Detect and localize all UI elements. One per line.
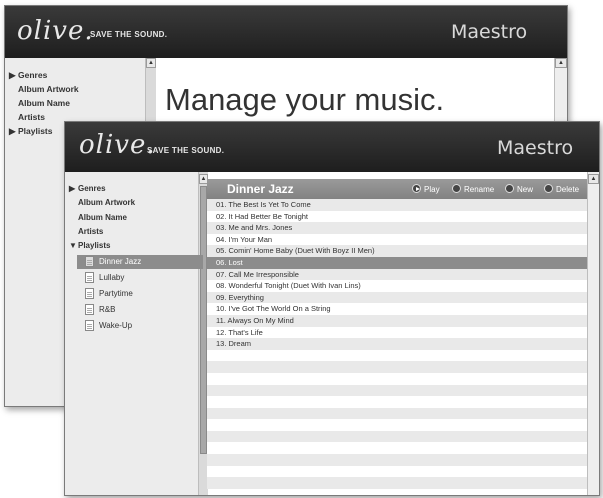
- play-icon: [412, 184, 421, 193]
- back-nav-album-artwork[interactable]: Album Artwork: [9, 84, 79, 94]
- playlist-icon: [85, 256, 94, 267]
- playlist-icon: [85, 320, 94, 331]
- track-row[interactable]: 05. Comin' Home Baby (Duet With Boyz II …: [207, 245, 587, 257]
- empty-row: [207, 407, 587, 420]
- empty-row: [207, 454, 587, 466]
- empty-row: [207, 384, 587, 397]
- track-row[interactable]: 07. Call Me Irresponsible: [207, 268, 587, 281]
- playlist-icon: [85, 304, 94, 315]
- scroll-up-button[interactable]: ▲: [588, 174, 599, 184]
- expand-arrow-icon: ▶: [9, 126, 16, 136]
- empty-row: [207, 442, 587, 455]
- collapse-arrow-icon: ▼: [69, 241, 77, 250]
- expand-arrow-icon: ▶: [69, 184, 76, 193]
- empty-row: [207, 465, 587, 478]
- track-row[interactable]: 04. I'm Your Man: [207, 233, 587, 246]
- track-row[interactable]: 13. Dream: [207, 338, 587, 350]
- delete-button[interactable]: Delete: [544, 184, 579, 196]
- playlist-item-lullaby[interactable]: Lullaby: [77, 271, 203, 285]
- back-nav-artists[interactable]: Artists: [9, 112, 45, 122]
- front-app-title: Maestro: [497, 137, 574, 159]
- track-row[interactable]: 10. I've Got The World On a String: [207, 303, 587, 315]
- empty-row: [207, 349, 587, 362]
- new-button[interactable]: New: [505, 184, 533, 196]
- playlist-item-partytime[interactable]: Partytime: [77, 287, 203, 301]
- back-titlebar: olive. SAVE THE SOUND. Maestro: [5, 6, 567, 58]
- back-nav-genres[interactable]: ▶ Genres: [9, 70, 47, 81]
- track-row-selected[interactable]: 06. Lost: [207, 256, 587, 269]
- empty-row: [207, 396, 587, 408]
- back-main-heading: Manage your music.: [165, 82, 445, 117]
- playlist-item-dinner-jazz[interactable]: Dinner Jazz: [77, 255, 203, 269]
- delete-icon: [544, 184, 553, 193]
- front-nav-genres[interactable]: ▶ Genres: [69, 184, 106, 193]
- empty-row: [207, 430, 587, 443]
- front-nav-album-artwork[interactable]: Album Artwork: [69, 198, 135, 207]
- scroll-up-button[interactable]: ▲: [555, 58, 567, 68]
- track-row[interactable]: 02. It Had Better Be Tonight: [207, 210, 587, 223]
- empty-row: [207, 477, 587, 489]
- front-nav-album-name[interactable]: Album Name: [69, 213, 127, 222]
- playlist-header: Dinner Jazz Play Rename New Delete: [207, 179, 587, 199]
- expand-arrow-icon: ▶: [9, 70, 16, 80]
- playlist-icon: [85, 272, 94, 283]
- track-row[interactable]: 03. Me and Mrs. Jones: [207, 222, 587, 234]
- back-tagline: SAVE THE SOUND.: [90, 30, 168, 39]
- front-window: olive. SAVE THE SOUND. Maestro ▲ ▶ Genres…: [64, 121, 600, 496]
- play-button[interactable]: Play: [412, 184, 440, 196]
- empty-row: [207, 372, 587, 385]
- front-nav-playlists[interactable]: ▼Playlists: [69, 241, 110, 250]
- track-row[interactable]: 11. Always On My Mind: [207, 314, 587, 327]
- rename-button[interactable]: Rename: [452, 184, 494, 196]
- front-main-scrollbar[interactable]: ▲: [587, 172, 599, 495]
- back-logo: olive.: [17, 16, 94, 46]
- track-list: 01. The Best Is Yet To Come 02. It Had B…: [207, 199, 587, 489]
- empty-row: [207, 361, 587, 373]
- track-row[interactable]: 09. Everything: [207, 291, 587, 304]
- back-nav-playlists[interactable]: ▶ Playlists: [9, 126, 53, 137]
- front-tagline: SAVE THE SOUND.: [147, 146, 225, 155]
- playlist-item-rnb[interactable]: R&B: [77, 303, 203, 317]
- playlist-icon: [85, 288, 94, 299]
- front-titlebar: olive. SAVE THE SOUND. Maestro: [65, 122, 599, 172]
- scroll-up-button[interactable]: ▲: [146, 58, 156, 68]
- playlist-item-wake-up[interactable]: Wake-Up: [77, 319, 203, 333]
- track-row[interactable]: 12. That's Life: [207, 326, 587, 339]
- new-icon: [505, 184, 514, 193]
- track-row[interactable]: 08. Wonderful Tonight (Duet With Ivan Li…: [207, 280, 587, 292]
- front-nav-artists[interactable]: Artists: [69, 227, 103, 236]
- front-logo: olive.: [79, 130, 156, 160]
- rename-icon: [452, 184, 461, 193]
- playlist-title: Dinner Jazz: [227, 182, 294, 196]
- back-nav-album-name[interactable]: Album Name: [9, 98, 70, 108]
- back-app-title: Maestro: [451, 21, 528, 43]
- track-row[interactable]: 01. The Best Is Yet To Come: [207, 199, 587, 211]
- empty-row: [207, 419, 587, 431]
